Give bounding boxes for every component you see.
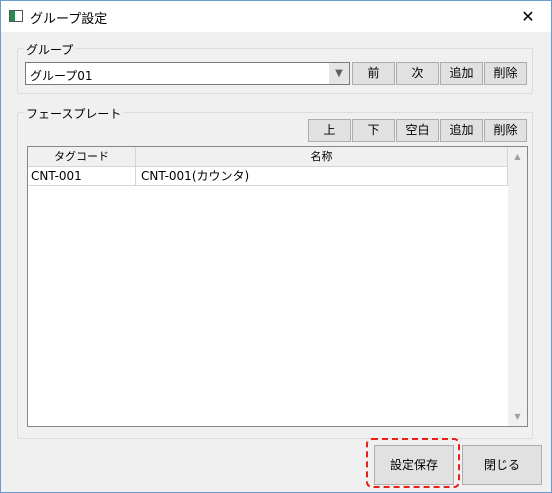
group-combobox[interactable]: グループ01 ▼ (25, 62, 350, 85)
column-header-tag-code[interactable]: タグコード (28, 147, 136, 167)
faceplate-legend: フェースプレート (24, 105, 124, 122)
group-legend: グループ (24, 41, 76, 58)
scroll-up-icon[interactable]: ▲ (508, 148, 527, 165)
prev-group-button[interactable]: 前 (352, 62, 395, 85)
delete-faceplate-button[interactable]: 削除 (484, 119, 527, 142)
table-row[interactable]: CNT-001 CNT-001(カウンタ) (28, 167, 508, 187)
next-group-button[interactable]: 次 (396, 62, 439, 85)
faceplate-table[interactable]: タグコード 名称 CNT-001 CNT-001(カウンタ) ▲ ▼ (27, 146, 528, 427)
table-header: タグコード 名称 (28, 147, 508, 167)
app-icon (9, 10, 23, 22)
move-down-button[interactable]: 下 (352, 119, 395, 142)
column-header-name[interactable]: 名称 (136, 147, 508, 167)
insert-blank-button[interactable]: 空白 (396, 119, 439, 142)
tag-code-cell[interactable]: CNT-001 (28, 167, 136, 186)
close-window-button[interactable]: ✕ (505, 1, 551, 32)
window-title: グループ設定 (30, 12, 108, 27)
scroll-down-icon[interactable]: ▼ (508, 408, 527, 425)
delete-group-button[interactable]: 削除 (484, 62, 527, 85)
group-combobox-value: グループ01 (30, 69, 93, 83)
name-cell[interactable]: CNT-001(カウンタ) (136, 167, 508, 186)
dialog-window: グループ設定 ✕ グループ グループ01 ▼ 前 次 追加 削除 フェースプレー… (0, 0, 552, 493)
move-up-button[interactable]: 上 (308, 119, 351, 142)
close-button[interactable]: 閉じる (462, 445, 542, 485)
vertical-scrollbar[interactable]: ▲ ▼ (508, 147, 527, 426)
chevron-down-icon[interactable]: ▼ (329, 63, 349, 84)
add-group-button[interactable]: 追加 (440, 62, 483, 85)
highlight-annotation (366, 438, 460, 488)
title-bar: グループ設定 ✕ (1, 1, 551, 32)
add-faceplate-button[interactable]: 追加 (440, 119, 483, 142)
